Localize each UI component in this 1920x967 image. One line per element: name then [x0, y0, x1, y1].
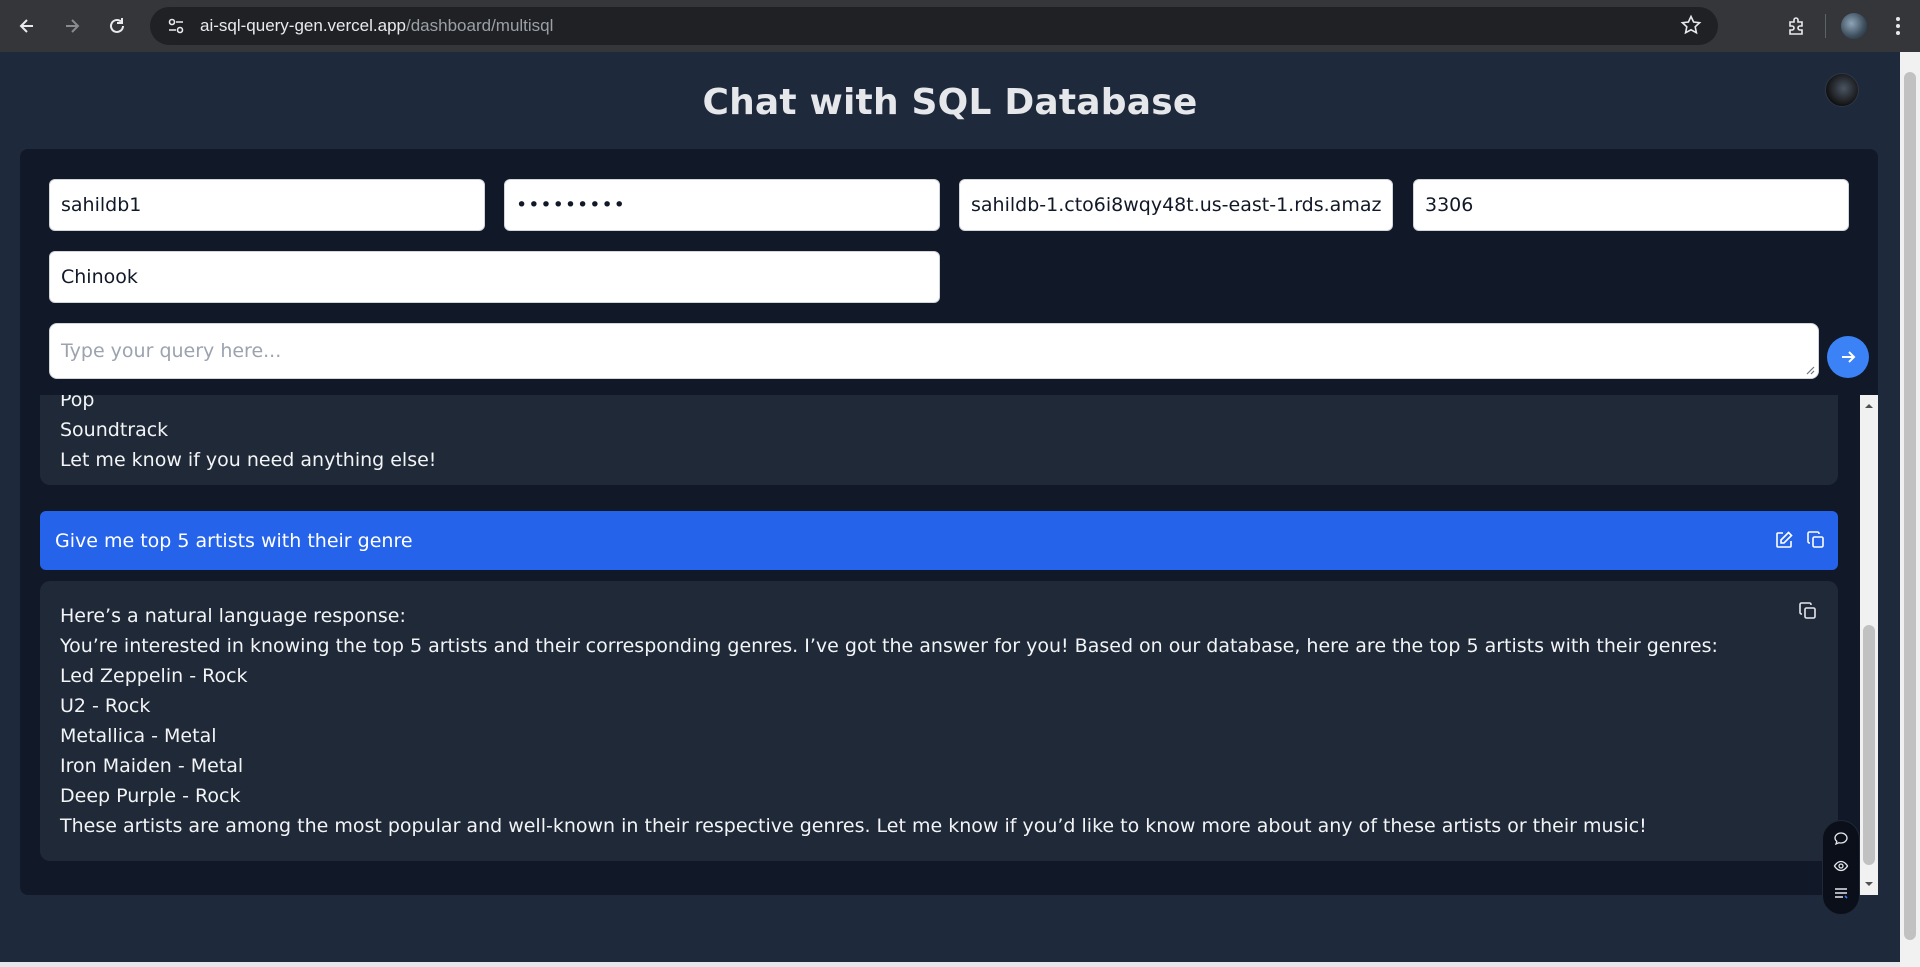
- user-message: Give me top 5 artists with their genre: [40, 511, 1838, 570]
- copy-icon[interactable]: [1806, 530, 1826, 554]
- toolbar-divider: [1825, 14, 1826, 38]
- scroll-up-icon[interactable]: [1864, 401, 1874, 411]
- user-message-text: Give me top 5 artists with their genre: [55, 529, 413, 552]
- query-input[interactable]: Type your query here...: [49, 323, 1819, 379]
- copy-icon[interactable]: [1798, 601, 1818, 625]
- puzzle-icon[interactable]: [1775, 4, 1819, 48]
- answer-line: Deep Purple - Rock: [60, 785, 241, 807]
- message-line: Soundtrack: [60, 419, 169, 441]
- port-field[interactable]: 3306: [1413, 179, 1849, 231]
- connection-form: sahildb1 ••••••••• sahildb-1.cto6i8wqy48…: [20, 149, 1878, 427]
- eye-icon[interactable]: [1833, 858, 1849, 878]
- chat-scrollbar[interactable]: [1860, 395, 1878, 895]
- database-field[interactable]: Chinook: [49, 251, 940, 303]
- answer-line: U2 - Rock: [60, 695, 151, 717]
- resize-grip-icon[interactable]: [1805, 365, 1815, 375]
- list-icon[interactable]: [1833, 885, 1849, 905]
- scrollbar-thumb[interactable]: [1863, 625, 1875, 865]
- user-avatar[interactable]: [1825, 73, 1859, 107]
- back-arrow-icon[interactable]: [5, 4, 49, 48]
- floating-toolbar: [1822, 820, 1860, 915]
- url-text: ai-sql-query-gen.vercel.app/dashboard/mu…: [200, 16, 553, 36]
- profile-avatar[interactable]: [1832, 4, 1876, 48]
- reload-icon[interactable]: [95, 4, 139, 48]
- address-bar[interactable]: ai-sql-query-gen.vercel.app/dashboard/mu…: [150, 7, 1718, 45]
- chat-history[interactable]: Pop Soundtrack Let me know if you need a…: [20, 395, 1878, 895]
- answer-line: Iron Maiden - Metal: [60, 755, 244, 777]
- site-info-icon[interactable]: [164, 14, 188, 38]
- answer-line: Here’s a natural language response:: [60, 605, 406, 627]
- answer-line: Led Zeppelin - Rock: [60, 665, 248, 687]
- kebab-menu-icon[interactable]: [1876, 4, 1920, 48]
- chat-bubble-icon[interactable]: [1833, 831, 1849, 851]
- forward-arrow-icon[interactable]: [50, 4, 94, 48]
- url-host: ai-sql-query-gen.vercel.app: [200, 16, 406, 35]
- answer-line: These artists are among the most popular…: [60, 815, 1647, 837]
- password-field[interactable]: •••••••••: [504, 179, 940, 231]
- bot-answer: Here’s a natural language response: You’…: [40, 581, 1838, 861]
- url-path: /dashboard/multisql: [406, 16, 554, 35]
- page-title: Chat with SQL Database: [702, 82, 1198, 123]
- message-actions: [1774, 530, 1826, 554]
- browser-toolbar: ai-sql-query-gen.vercel.app/dashboard/mu…: [0, 0, 1920, 52]
- previous-bot-message: Pop Soundtrack Let me know if you need a…: [40, 395, 1838, 485]
- username-field[interactable]: sahildb1: [49, 179, 485, 231]
- page-scrollbar[interactable]: [1900, 52, 1920, 967]
- message-line: Let me know if you need anything else!: [60, 449, 437, 471]
- arrow-right-icon: [1842, 351, 1856, 363]
- browser-actions: [1775, 0, 1920, 52]
- star-icon[interactable]: [1680, 14, 1702, 40]
- window-bottom-edge: [0, 962, 1900, 967]
- edit-icon[interactable]: [1774, 530, 1794, 554]
- query-placeholder: Type your query here...: [61, 340, 282, 362]
- answer-line: You’re interested in knowing the top 5 a…: [60, 635, 1718, 657]
- message-line: Pop: [60, 395, 95, 411]
- page-scrollbar-thumb[interactable]: [1904, 72, 1916, 940]
- scroll-down-icon[interactable]: [1864, 879, 1874, 889]
- send-button[interactable]: [1827, 336, 1869, 378]
- host-field[interactable]: sahildb-1.cto6i8wqy48t.us-east-1.rds.ama…: [959, 179, 1393, 231]
- answer-line: Metallica - Metal: [60, 725, 217, 747]
